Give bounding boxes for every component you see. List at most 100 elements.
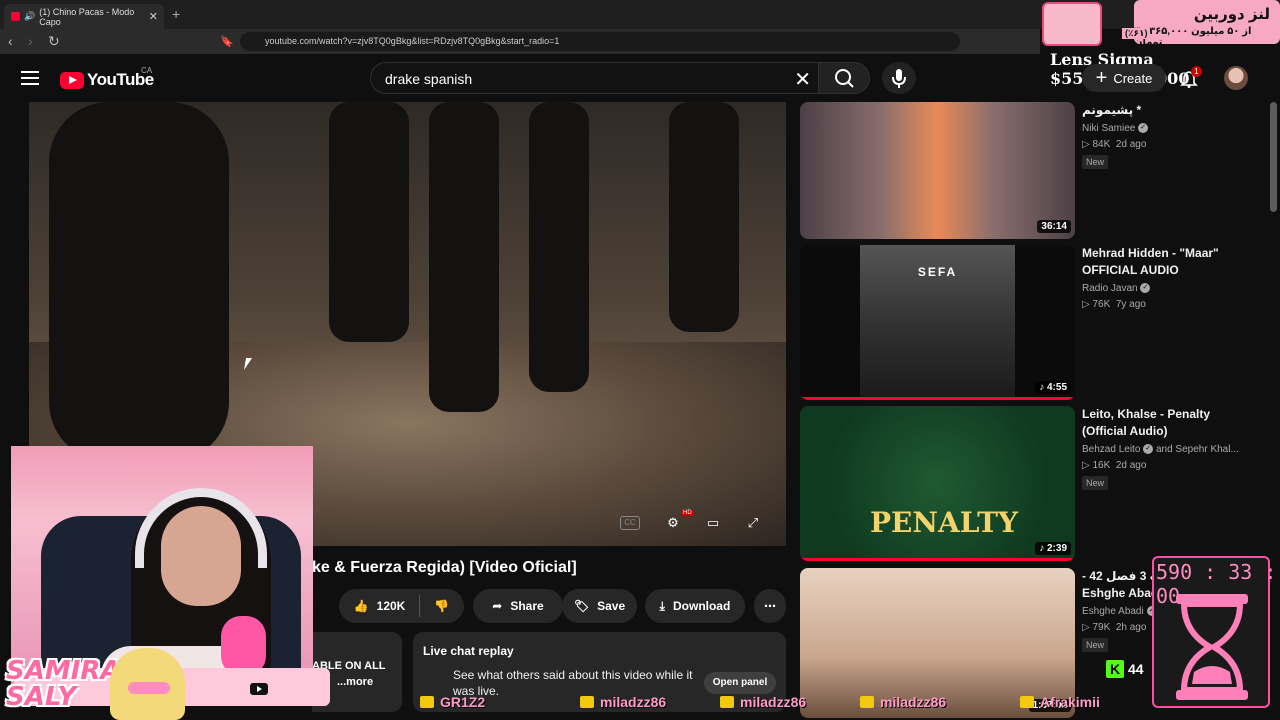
view-count: 76K	[1092, 299, 1111, 310]
video-thumbnail[interactable]: 36:14	[800, 102, 1075, 239]
download-icon: ⤓	[659, 598, 665, 613]
bookmark-icon[interactable]: 🔖	[220, 35, 234, 48]
upload-age: 7y ago	[1115, 299, 1146, 310]
like-dislike-button-group[interactable]: 👍 120K 👎	[339, 589, 464, 623]
miniplayer-icon[interactable]: ▭	[702, 512, 724, 534]
view-count: 16K	[1092, 460, 1111, 471]
chat-title: Live chat replay	[423, 644, 514, 658]
recommendation-item[interactable]: 36:14 پشیمونم * Niki Samiee ✓ ▷ 84K 2d a…	[800, 102, 1260, 239]
verified-check-icon: ✓	[1143, 444, 1154, 455]
channel-name: Radio Javan	[1082, 283, 1138, 294]
ticker-item: miladzz86	[860, 694, 946, 710]
share-button[interactable]: ➦ Share	[473, 589, 563, 623]
browser-tab[interactable]: 🔊 (1) Chino Pacas - Modo Capo ✕	[4, 4, 164, 29]
user-avatar[interactable]	[1224, 66, 1248, 90]
crown-icon	[860, 696, 874, 708]
ticker-name: miladzz86	[600, 694, 667, 710]
channel-extra: and Sepehr Khal...	[1155, 444, 1239, 455]
download-button[interactable]: ⤓ Download	[645, 589, 745, 623]
video-controls: CC ⚙ HD ▭ ⤢	[620, 510, 780, 536]
new-badge: New	[1082, 476, 1109, 490]
microphone-icon	[892, 69, 906, 88]
thumbs-down-icon[interactable]: 👎	[434, 599, 449, 613]
music-note-icon: ♪	[1039, 382, 1045, 393]
duration-badge: ♪ 4:55	[1035, 381, 1071, 394]
channel-name-row[interactable]: Behzad Leito ✓ and Sepehr Khal...	[1082, 444, 1252, 455]
view-count: 84K	[1092, 139, 1111, 150]
channel-name: Behzad Leito	[1082, 444, 1141, 455]
video-thumbnail[interactable]: PENALTY ♪ 2:39	[800, 406, 1075, 561]
video-meta: ▷ 84K 2d ago	[1082, 139, 1252, 150]
create-button[interactable]: + Create	[1082, 64, 1166, 92]
kick-count: 44	[1128, 661, 1144, 677]
brand-avatar-image	[110, 648, 185, 720]
headset-icon	[135, 488, 267, 568]
recommendation-title[interactable]: پشیمونم *	[1082, 102, 1252, 119]
description-more-link[interactable]: ...more	[337, 676, 402, 688]
recommendation-item[interactable]: PENALTY ♪ 2:39 Leito, Khalse - Penalty (…	[800, 406, 1260, 561]
duration-text: 4:55	[1046, 382, 1067, 393]
donation-goal-overlay: لنز دوربین ۳۰,۳۶۵,۰۰۰ از ۵۰ میلیون تومان…	[1040, 0, 1280, 48]
upload-age: 2d ago	[1115, 139, 1147, 150]
save-button[interactable]: 🏷 Save	[562, 589, 637, 623]
voice-search-button[interactable]	[882, 62, 916, 94]
alerts-ticker: GR1Z2 miladzz86 miladzz86 miladzz86 Afra…	[320, 690, 1150, 718]
ticker-item: miladzz86	[580, 694, 666, 710]
new-badge: New	[1082, 155, 1109, 169]
streamer-name-logo: SAMIRA SALY	[6, 656, 121, 712]
video-title: ke & Fuerza Regida) [Video Oficial]	[312, 559, 577, 576]
channel-name-row[interactable]: Niki Samiee ✓	[1082, 123, 1252, 134]
reload-icon[interactable]: ↻	[48, 33, 60, 50]
upload-age: 2d ago	[1115, 460, 1147, 471]
album-art-text: PENALTY	[870, 506, 1018, 539]
play-icon: ▷	[1082, 460, 1090, 471]
recommendation-info: Mehrad Hidden - "Maar" OFFICIAL AUDIO Ra…	[1082, 245, 1252, 310]
channel-name: Niki Samiee	[1082, 123, 1136, 134]
thumbs-up-icon: 👍	[353, 599, 369, 613]
ticker-name: GR1Z2	[440, 694, 486, 710]
music-note-icon: ♪	[1039, 543, 1045, 554]
youtube-logo[interactable]: YouTube	[60, 70, 154, 90]
recommendation-item[interactable]: SEFA ♪ 4:55 Mehrad Hidden - "Maar" OFFIC…	[800, 245, 1260, 400]
back-icon[interactable]: ‹	[8, 33, 13, 49]
album-art-text: SEFA	[917, 265, 958, 279]
like-count: 120K	[376, 599, 406, 613]
video-thumbnail[interactable]: SEFA ♪ 4:55	[800, 245, 1075, 400]
new-badge: New	[1082, 638, 1109, 652]
new-tab-button[interactable]: +	[172, 6, 180, 22]
more-actions-button[interactable]: ⋯	[754, 589, 786, 623]
search-button[interactable]	[818, 62, 870, 94]
crown-icon	[1020, 696, 1034, 708]
kick-logo-icon: K	[1106, 660, 1124, 678]
verified-check-icon: ✓	[1140, 283, 1151, 294]
donation-goal-name: لنز دوربین	[1193, 6, 1270, 23]
url-field[interactable]: youtube.com/watch?v=zjv8TQ0gBkg&list=RDz…	[240, 32, 960, 51]
search-value: drake spanish	[385, 71, 473, 87]
recommendation-title[interactable]: Leito, Khalse - Penalty (Official Audio)	[1082, 406, 1252, 440]
view-count: 79K	[1092, 622, 1111, 633]
bookmark-icon: 🏷	[573, 599, 590, 613]
ticker-item: GR1Z2	[420, 694, 485, 710]
youtube-play-icon	[60, 71, 84, 89]
divider	[419, 595, 421, 617]
video-meta: ▷ 76K 7y ago	[1082, 299, 1252, 310]
subtitles-button[interactable]: CC	[620, 516, 640, 530]
kick-viewer-count: K 44	[1106, 660, 1144, 678]
search-input[interactable]: drake spanish ✕	[370, 62, 826, 94]
recommendation-info: Leito, Khalse - Penalty (Official Audio)…	[1082, 406, 1252, 491]
channel-name-row[interactable]: Radio Javan ✓	[1082, 283, 1252, 294]
recommendation-title[interactable]: Mehrad Hidden - "Maar" OFFICIAL AUDIO	[1082, 245, 1252, 279]
youtube-header: YouTube CA drake spanish ✕ + Create 1	[0, 54, 1280, 102]
share-arrow-icon: ➦	[492, 599, 503, 613]
tab-close-icon[interactable]: ✕	[149, 10, 158, 23]
sidebar-scrollbar[interactable]	[1270, 102, 1277, 212]
hamburger-menu-icon[interactable]	[21, 71, 39, 85]
fullscreen-icon[interactable]: ⤢	[742, 512, 764, 534]
video-frame-horse-leg	[529, 102, 589, 392]
forward-icon[interactable]: ›	[28, 33, 33, 49]
duration-badge: ♪ 2:39	[1035, 542, 1071, 555]
donation-box: لنز دوربین ۳۰,۳۶۵,۰۰۰ از ۵۰ میلیون تومان	[1134, 0, 1280, 48]
clear-search-icon[interactable]: ✕	[794, 67, 811, 92]
hourglass-icon	[1176, 594, 1248, 700]
donation-goal-percent: (٪۶۱)	[1122, 28, 1151, 39]
